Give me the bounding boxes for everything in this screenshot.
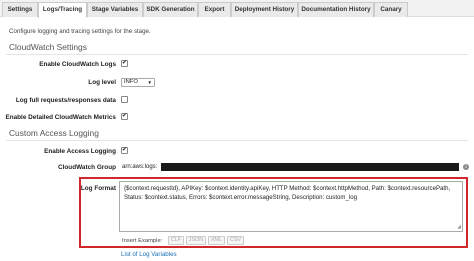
tab-logs-tracing[interactable]: Logs/Tracing <box>38 2 87 18</box>
tab-settings[interactable]: Settings <box>2 2 38 17</box>
chevron-down-icon: ▼ <box>147 80 152 85</box>
tab-stage-variables[interactable]: Stage Variables <box>87 2 143 17</box>
insert-example-label: Insert Example: <box>122 238 163 244</box>
info-icon[interactable]: i <box>463 164 469 170</box>
list-of-log-variables-link[interactable]: List of Log Variables <box>121 251 177 258</box>
tab-canary[interactable]: Canary <box>374 2 408 17</box>
log-level-label: Log level <box>88 79 116 86</box>
section-divider <box>6 140 468 141</box>
insert-csv-button[interactable]: CSV <box>227 236 244 245</box>
stage-tabs: Settings Logs/Tracing Stage Variables SD… <box>0 0 474 18</box>
enable-cloudwatch-logs-checkbox[interactable]: ✔ <box>121 60 128 67</box>
insert-clf-button[interactable]: CLF <box>168 236 184 245</box>
enable-access-logging-label: Enable Access Logging <box>44 148 116 155</box>
tab-export[interactable]: Export <box>198 2 231 17</box>
tab-sdk-generation[interactable]: SDK Generation <box>143 2 198 17</box>
log-level-value: INFO <box>124 79 138 85</box>
enable-access-logging-checkbox[interactable]: ✔ <box>121 147 128 154</box>
enable-cloudwatch-logs-label: Enable CloudWatch Logs <box>39 61 116 68</box>
custom-access-logging-title: Custom Access Logging <box>9 128 99 138</box>
tab-deployment-history[interactable]: Deployment History <box>231 2 298 17</box>
log-full-requests-label: Log full requests/responses data <box>15 97 116 104</box>
section-divider <box>6 54 468 55</box>
checkmark-icon: ✔ <box>122 113 128 119</box>
log-full-requests-checkbox[interactable] <box>121 96 128 103</box>
cloudwatch-group-label: CloudWatch Group <box>58 164 116 171</box>
log-format-value: {$context.requestId}, APIKey: $context.i… <box>124 185 451 201</box>
checkmark-icon: ✔ <box>122 147 128 153</box>
cloudwatch-group-input[interactable]: arn:aws:logs: <box>122 164 157 170</box>
log-format-label: Log Format <box>80 185 116 192</box>
checkmark-icon: ✔ <box>122 60 128 66</box>
tab-documentation-history[interactable]: Documentation History <box>298 2 374 17</box>
help-text: Configure logging and tracing settings f… <box>9 28 151 35</box>
enable-detailed-metrics-checkbox[interactable]: ✔ <box>121 113 128 120</box>
cloudwatch-settings-title: CloudWatch Settings <box>9 42 87 52</box>
enable-detailed-metrics-label: Enable Detailed CloudWatch Metrics <box>5 114 116 121</box>
log-level-select[interactable]: INFO ▼ <box>121 78 155 87</box>
resize-handle-icon[interactable]: ◢ <box>457 225 461 230</box>
insert-json-button[interactable]: JSON <box>186 236 206 245</box>
insert-xml-button[interactable]: XML <box>208 236 225 245</box>
redacted-arn <box>161 163 459 171</box>
log-format-textarea[interactable]: {$context.requestId}, APIKey: $context.i… <box>119 181 463 232</box>
